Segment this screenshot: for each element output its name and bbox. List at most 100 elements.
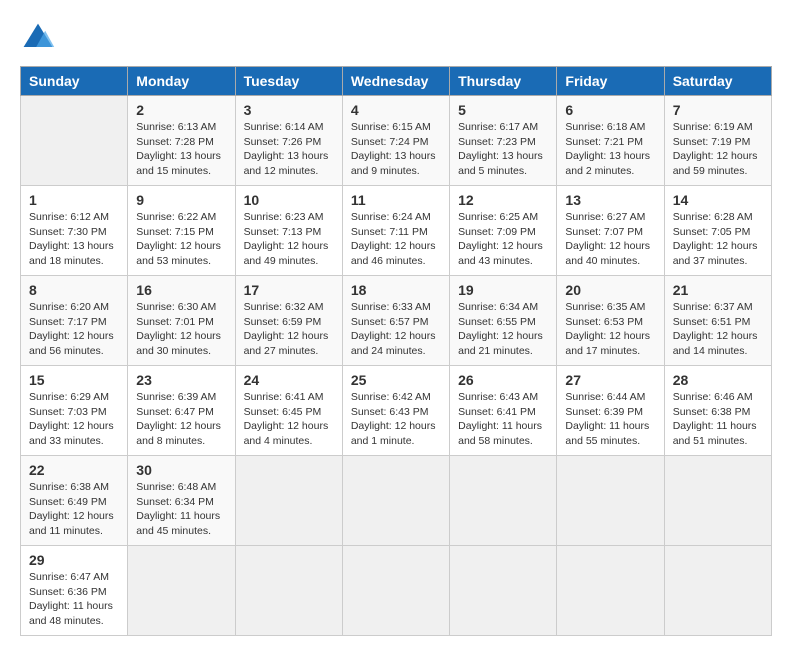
calendar-cell: 5 Sunrise: 6:17 AM Sunset: 7:23 PM Daylig…: [450, 96, 557, 186]
day-info: Sunrise: 6:35 AM Sunset: 6:53 PM Dayligh…: [565, 300, 655, 359]
day-number: 10: [244, 192, 334, 208]
calendar-table: SundayMondayTuesdayWednesdayThursdayFrid…: [20, 66, 772, 636]
calendar-cell: 28 Sunrise: 6:46 AM Sunset: 6:38 PM Dayli…: [664, 366, 771, 456]
day-number: 3: [244, 102, 334, 118]
day-info: Sunrise: 6:42 AM Sunset: 6:43 PM Dayligh…: [351, 390, 441, 449]
day-info: Sunrise: 6:30 AM Sunset: 7:01 PM Dayligh…: [136, 300, 226, 359]
day-number: 19: [458, 282, 548, 298]
calendar-cell: 27 Sunrise: 6:44 AM Sunset: 6:39 PM Dayli…: [557, 366, 664, 456]
day-info: Sunrise: 6:47 AM Sunset: 6:36 PM Dayligh…: [29, 570, 119, 629]
day-info: Sunrise: 6:32 AM Sunset: 6:59 PM Dayligh…: [244, 300, 334, 359]
calendar-cell: 20 Sunrise: 6:35 AM Sunset: 6:53 PM Dayli…: [557, 276, 664, 366]
col-header-tuesday: Tuesday: [235, 67, 342, 96]
day-info: Sunrise: 6:34 AM Sunset: 6:55 PM Dayligh…: [458, 300, 548, 359]
calendar-cell: 14Sunrise: 6:28 AM Sunset: 7:05 PM Dayli…: [664, 186, 771, 276]
day-number: 5: [458, 102, 548, 118]
day-number: 17: [244, 282, 334, 298]
calendar-cell: [450, 456, 557, 546]
calendar-cell: 18Sunrise: 6:33 AM Sunset: 6:57 PM Dayli…: [342, 276, 449, 366]
day-info: Sunrise: 6:13 AM Sunset: 7:28 PM Dayligh…: [136, 120, 226, 179]
day-info: Sunrise: 6:18 AM Sunset: 7:21 PM Dayligh…: [565, 120, 655, 179]
day-info: Sunrise: 6:12 AM Sunset: 7:30 PM Dayligh…: [29, 210, 119, 269]
day-number: 21: [673, 282, 763, 298]
day-number: 28: [673, 372, 763, 388]
day-number: 25: [351, 372, 441, 388]
day-number: 1: [29, 192, 119, 208]
calendar-cell: 1 Sunrise: 6:12 AM Sunset: 7:30 PM Daylig…: [21, 186, 128, 276]
day-info: Sunrise: 6:24 AM Sunset: 7:11 PM Dayligh…: [351, 210, 441, 269]
day-number: 24: [244, 372, 334, 388]
calendar-cell: 25 Sunrise: 6:42 AM Sunset: 6:43 PM Dayli…: [342, 366, 449, 456]
day-info: Sunrise: 6:14 AM Sunset: 7:26 PM Dayligh…: [244, 120, 334, 179]
calendar-cell: 7 Sunrise: 6:19 AM Sunset: 7:19 PM Daylig…: [664, 96, 771, 186]
day-info: Sunrise: 6:33 AM Sunset: 6:57 PM Dayligh…: [351, 300, 441, 359]
calendar-cell: 3 Sunrise: 6:14 AM Sunset: 7:26 PM Daylig…: [235, 96, 342, 186]
day-number: 6: [565, 102, 655, 118]
day-info: Sunrise: 6:19 AM Sunset: 7:19 PM Dayligh…: [673, 120, 763, 179]
day-number: 23: [136, 372, 226, 388]
day-number: 12: [458, 192, 548, 208]
day-number: 9: [136, 192, 226, 208]
day-number: 11: [351, 192, 441, 208]
day-info: Sunrise: 6:48 AM Sunset: 6:34 PM Dayligh…: [136, 480, 226, 539]
col-header-friday: Friday: [557, 67, 664, 96]
calendar-cell: [342, 456, 449, 546]
col-header-sunday: Sunday: [21, 67, 128, 96]
page-header: [20, 20, 772, 56]
day-number: 2: [136, 102, 226, 118]
day-number: 30: [136, 462, 226, 478]
calendar-cell: [342, 546, 449, 636]
day-info: Sunrise: 6:38 AM Sunset: 6:49 PM Dayligh…: [29, 480, 119, 539]
calendar-cell: 2 Sunrise: 6:13 AM Sunset: 7:28 PM Daylig…: [128, 96, 235, 186]
calendar-cell: 10 Sunrise: 6:23 AM Sunset: 7:13 PM Dayli…: [235, 186, 342, 276]
day-number: 26: [458, 372, 548, 388]
calendar-cell: 19 Sunrise: 6:34 AM Sunset: 6:55 PM Dayli…: [450, 276, 557, 366]
calendar-cell: 6 Sunrise: 6:18 AM Sunset: 7:21 PM Daylig…: [557, 96, 664, 186]
calendar-cell: [450, 546, 557, 636]
day-info: Sunrise: 6:17 AM Sunset: 7:23 PM Dayligh…: [458, 120, 548, 179]
day-number: 22: [29, 462, 119, 478]
day-info: Sunrise: 6:46 AM Sunset: 6:38 PM Dayligh…: [673, 390, 763, 449]
day-info: Sunrise: 6:27 AM Sunset: 7:07 PM Dayligh…: [565, 210, 655, 269]
col-header-saturday: Saturday: [664, 67, 771, 96]
calendar-cell: [664, 456, 771, 546]
day-number: 4: [351, 102, 441, 118]
logo: [20, 20, 62, 56]
day-number: 8: [29, 282, 119, 298]
calendar-cell: 26 Sunrise: 6:43 AM Sunset: 6:41 PM Dayli…: [450, 366, 557, 456]
day-info: Sunrise: 6:22 AM Sunset: 7:15 PM Dayligh…: [136, 210, 226, 269]
day-number: 27: [565, 372, 655, 388]
calendar-cell: 11 Sunrise: 6:24 AM Sunset: 7:11 PM Dayli…: [342, 186, 449, 276]
calendar-cell: 13 Sunrise: 6:27 AM Sunset: 7:07 PM Dayli…: [557, 186, 664, 276]
day-number: 29: [29, 552, 119, 568]
logo-icon: [20, 20, 56, 56]
day-number: 13: [565, 192, 655, 208]
calendar-cell: 9 Sunrise: 6:22 AM Sunset: 7:15 PM Daylig…: [128, 186, 235, 276]
day-number: 16: [136, 282, 226, 298]
calendar-cell: 4 Sunrise: 6:15 AM Sunset: 7:24 PM Daylig…: [342, 96, 449, 186]
day-number: 7: [673, 102, 763, 118]
day-info: Sunrise: 6:20 AM Sunset: 7:17 PM Dayligh…: [29, 300, 119, 359]
calendar-cell: 30 Sunrise: 6:48 AM Sunset: 6:34 PM Dayli…: [128, 456, 235, 546]
calendar-cell: 24 Sunrise: 6:41 AM Sunset: 6:45 PM Dayli…: [235, 366, 342, 456]
day-info: Sunrise: 6:44 AM Sunset: 6:39 PM Dayligh…: [565, 390, 655, 449]
day-number: 20: [565, 282, 655, 298]
calendar-cell: [21, 96, 128, 186]
calendar-cell: [557, 456, 664, 546]
calendar-cell: [128, 546, 235, 636]
calendar-cell: 8 Sunrise: 6:20 AM Sunset: 7:17 PM Daylig…: [21, 276, 128, 366]
day-info: Sunrise: 6:29 AM Sunset: 7:03 PM Dayligh…: [29, 390, 119, 449]
day-info: Sunrise: 6:37 AM Sunset: 6:51 PM Dayligh…: [673, 300, 763, 359]
day-info: Sunrise: 6:23 AM Sunset: 7:13 PM Dayligh…: [244, 210, 334, 269]
day-info: Sunrise: 6:43 AM Sunset: 6:41 PM Dayligh…: [458, 390, 548, 449]
calendar-cell: [235, 456, 342, 546]
day-number: 15: [29, 372, 119, 388]
calendar-cell: 17 Sunrise: 6:32 AM Sunset: 6:59 PM Dayli…: [235, 276, 342, 366]
col-header-thursday: Thursday: [450, 67, 557, 96]
calendar-cell: [664, 546, 771, 636]
day-number: 14: [673, 192, 763, 208]
calendar-cell: 16 Sunrise: 6:30 AM Sunset: 7:01 PM Dayli…: [128, 276, 235, 366]
day-info: Sunrise: 6:39 AM Sunset: 6:47 PM Dayligh…: [136, 390, 226, 449]
day-info: Sunrise: 6:41 AM Sunset: 6:45 PM Dayligh…: [244, 390, 334, 449]
day-info: Sunrise: 6:15 AM Sunset: 7:24 PM Dayligh…: [351, 120, 441, 179]
